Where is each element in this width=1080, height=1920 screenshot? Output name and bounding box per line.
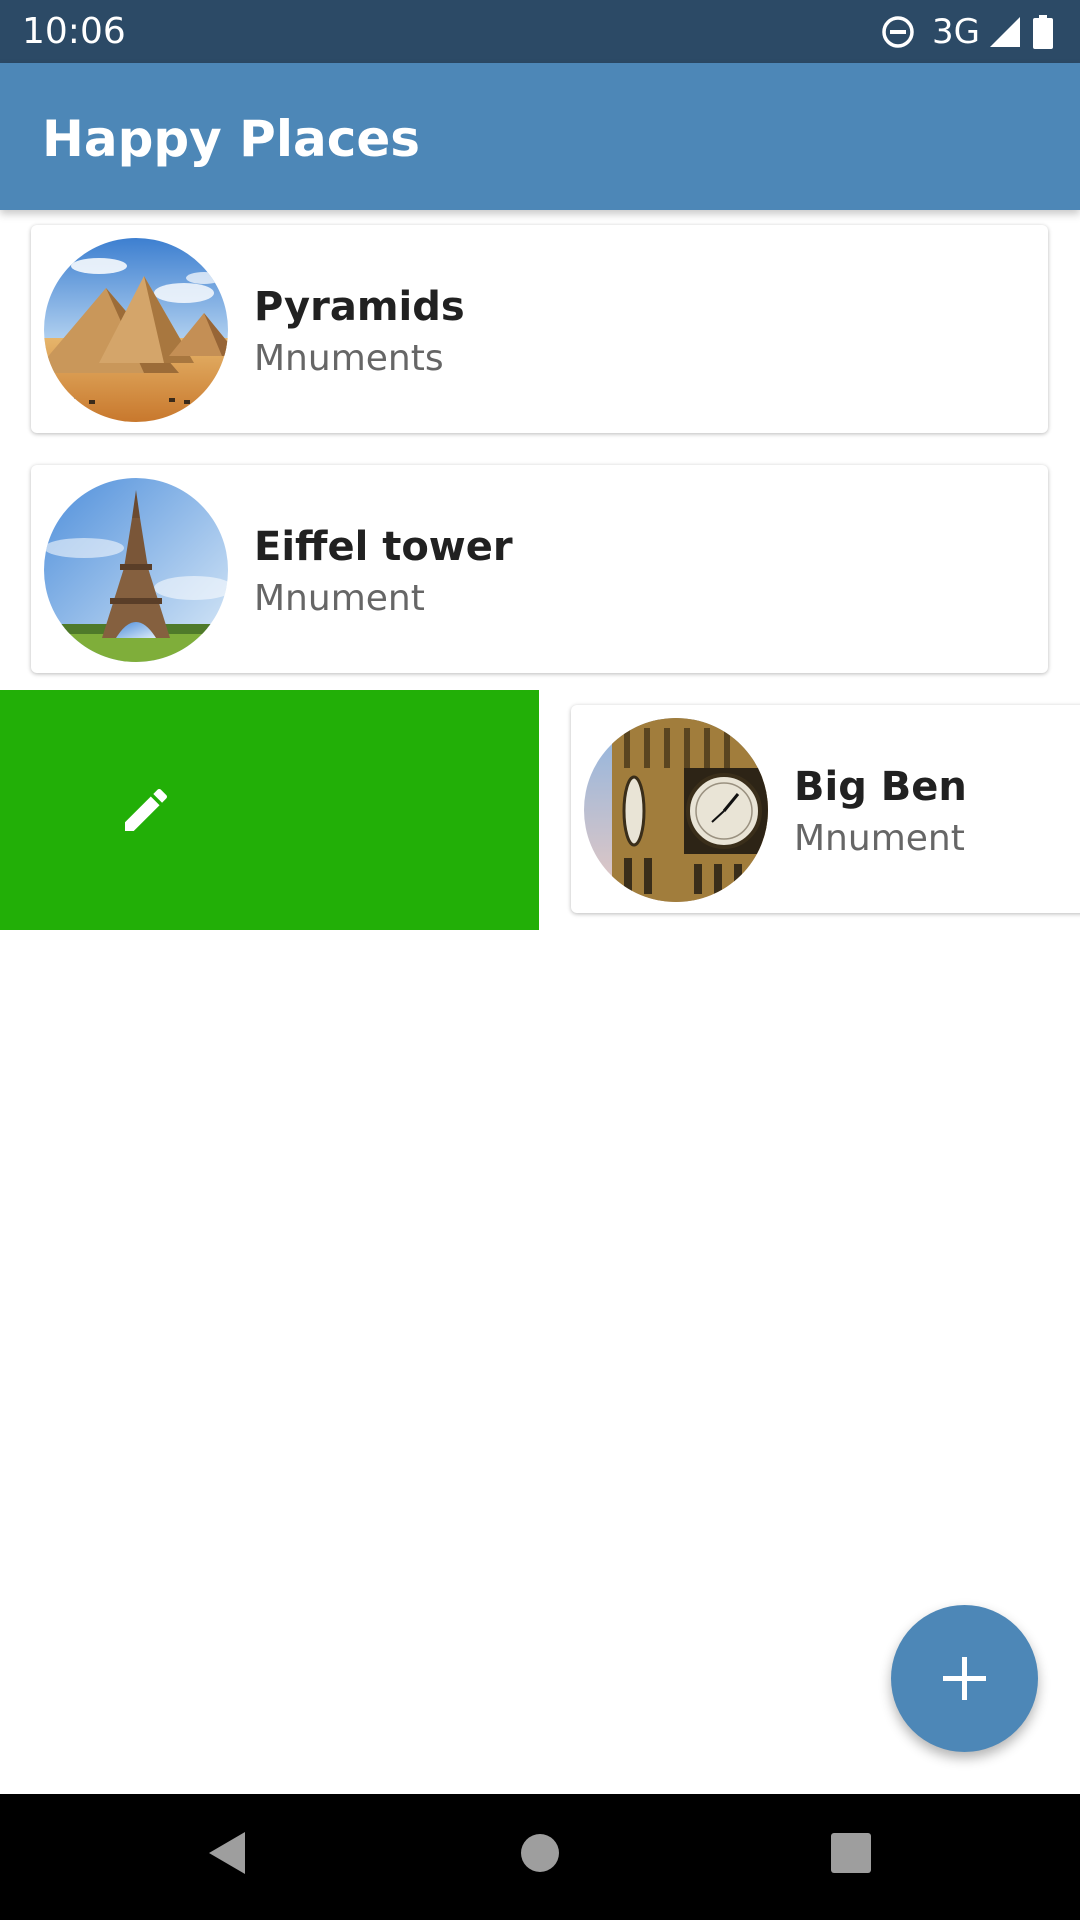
recents-icon[interactable] [829, 1828, 873, 1878]
app-bar: Happy Places [0, 63, 1080, 210]
place-title: Pyramids [254, 284, 465, 330]
app-title: Happy Places [42, 110, 421, 168]
swipe-edit-background [0, 690, 539, 930]
network-type: 3G [932, 12, 980, 52]
place-card-pyramids[interactable]: Pyramids Mnuments [31, 225, 1048, 433]
battery-icon [1033, 15, 1053, 49]
signal-icon [990, 17, 1020, 47]
place-subtitle: Mnument [794, 818, 965, 859]
status-time: 10:06 [22, 11, 126, 52]
place-card-eiffel-tower[interactable]: Eiffel tower Mnument [31, 465, 1048, 673]
edit-icon [125, 788, 168, 831]
place-image [44, 238, 228, 422]
place-subtitle: Mnuments [254, 338, 444, 379]
place-title: Eiffel tower [254, 524, 513, 570]
do-not-disturb-icon [882, 16, 914, 48]
place-subtitle: Mnument [254, 578, 425, 619]
place-card-big-ben[interactable]: Big Ben Mnument [571, 705, 1080, 913]
place-image [44, 478, 228, 662]
back-icon[interactable] [205, 1828, 249, 1878]
place-image [584, 718, 768, 902]
place-title: Big Ben [794, 764, 967, 810]
status-bar: 10:06 3G [0, 0, 1080, 63]
add-place-button[interactable] [891, 1605, 1038, 1752]
home-icon[interactable] [519, 1828, 561, 1878]
status-icons: 3G [880, 10, 1054, 54]
add-icon [943, 1657, 986, 1700]
navigation-bar [0, 1794, 1080, 1920]
